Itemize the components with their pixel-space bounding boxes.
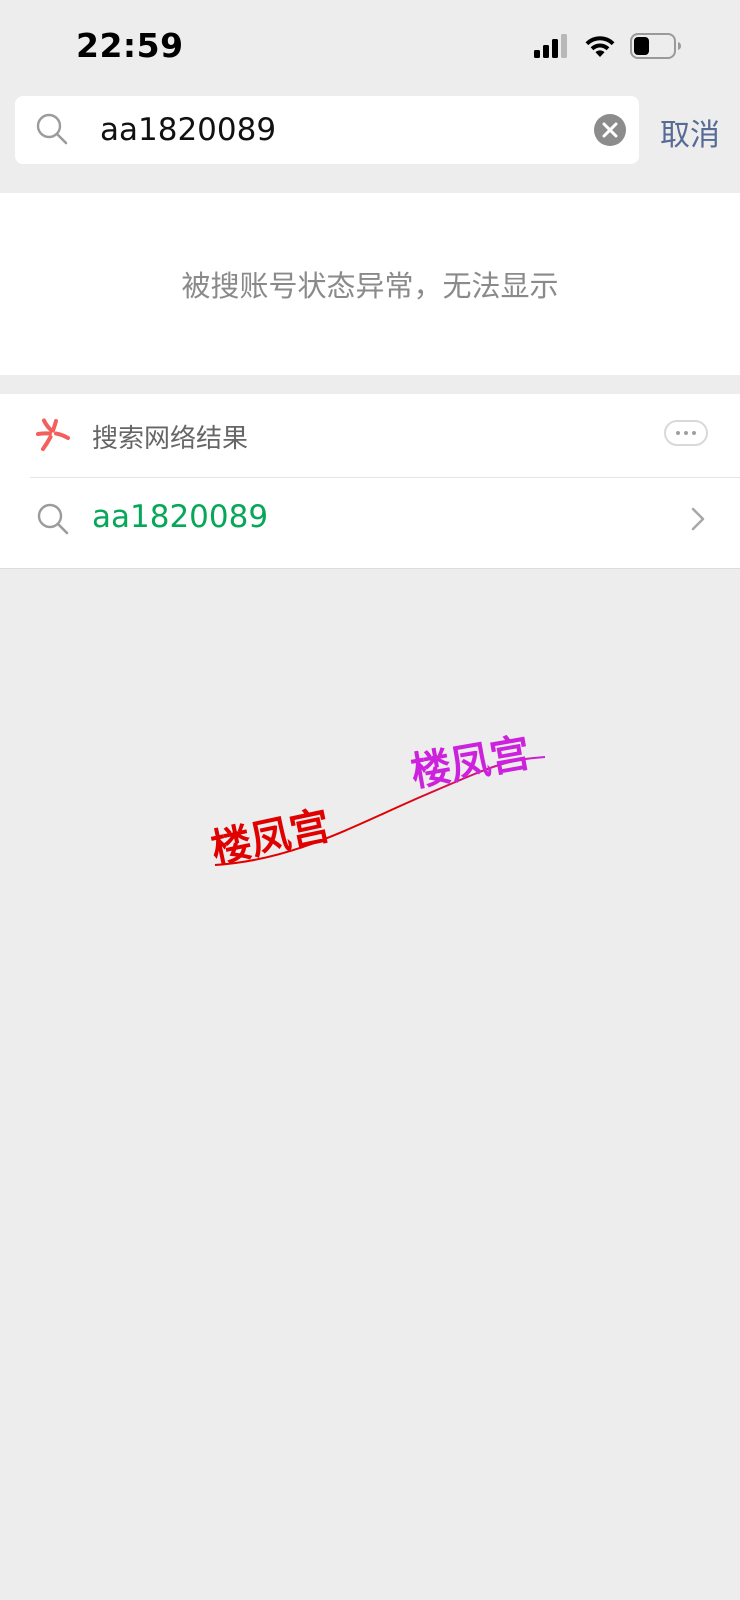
clear-search-icon[interactable]	[593, 113, 627, 147]
more-dot-icon	[692, 431, 696, 435]
watermark-text-left: 楼凤宫	[207, 803, 334, 873]
status-icons	[534, 33, 682, 59]
web-search-header: 搜索网络结果	[0, 394, 740, 478]
chevron-right-icon	[691, 507, 705, 531]
search-input[interactable]	[85, 106, 600, 154]
web-search-query-link[interactable]: aa1820089	[92, 499, 268, 535]
watermark-text-right: 楼凤宫	[408, 730, 534, 796]
more-options-button[interactable]	[664, 420, 708, 446]
cellular-signal-icon	[534, 34, 567, 58]
watermark: 楼凤宫 楼凤宫	[207, 730, 546, 873]
web-search-panel: 搜索网络结果 aa1820089	[0, 394, 740, 569]
search-logo-icon	[36, 418, 70, 451]
account-status-notice: 被搜账号状态异常，无法显示	[181, 269, 559, 303]
web-search-title: 搜索网络结果	[92, 424, 249, 454]
notice-panel: 被搜账号状态异常，无法显示	[0, 193, 740, 375]
wifi-icon	[585, 36, 615, 57]
status-bar: 22:59	[0, 0, 740, 90]
search-icon	[37, 503, 69, 535]
cancel-button[interactable]: 取消	[660, 110, 720, 154]
more-dot-icon	[676, 431, 680, 435]
search-icon	[36, 113, 68, 145]
web-search-result-row[interactable]: aa1820089	[0, 478, 740, 568]
more-dot-icon	[684, 431, 688, 435]
status-time: 22:59	[76, 26, 184, 65]
battery-icon	[630, 33, 681, 59]
search-bar: 取消	[0, 96, 740, 166]
search-box[interactable]	[15, 96, 639, 164]
